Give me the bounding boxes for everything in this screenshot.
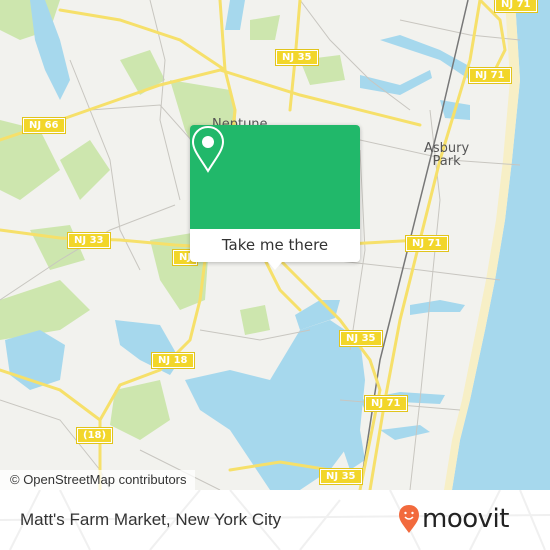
- take-me-there-button[interactable]: Take me there: [190, 229, 360, 262]
- route-shield-nj66: NJ 66: [22, 117, 66, 134]
- route-shield-nj71: NJ 71: [364, 395, 408, 412]
- popup-tail: [268, 262, 282, 270]
- route-shield-us18: (18): [75, 427, 114, 444]
- place-title: Matt's Farm Market, New York City: [20, 510, 282, 529]
- map-view[interactable]: Neptune Asbury Park NJ 71 NJ 35 NJ 66 NJ…: [0, 0, 550, 490]
- route-shield-nj71: NJ 71: [468, 67, 512, 84]
- place-label-asbury-park: Asbury Park: [424, 141, 470, 169]
- moovit-pin-icon: [399, 505, 419, 533]
- route-shield-nj35: NJ 35: [275, 49, 319, 66]
- location-popup[interactable]: Take me there: [190, 125, 360, 270]
- moovit-logo[interactable]: moovit: [398, 502, 509, 536]
- route-shield-nj71: NJ 71: [494, 0, 538, 13]
- route-shield-nj71: NJ 71: [405, 235, 449, 252]
- footer-bar: Matt's Farm Market, New York City moovit: [0, 490, 550, 550]
- route-shield-nj35: NJ 35: [319, 468, 363, 485]
- route-shield-nj35: NJ 35: [339, 330, 383, 347]
- map-attribution[interactable]: © OpenStreetMap contributors: [0, 470, 195, 490]
- route-shield-nj18: NJ 18: [151, 352, 195, 369]
- route-shield-nj33: NJ 33: [67, 232, 111, 249]
- take-me-there-label: Take me there: [221, 236, 329, 254]
- moovit-wordmark: moovit: [422, 504, 509, 534]
- popup-header[interactable]: [190, 125, 360, 229]
- map-pin-icon: [191, 125, 225, 173]
